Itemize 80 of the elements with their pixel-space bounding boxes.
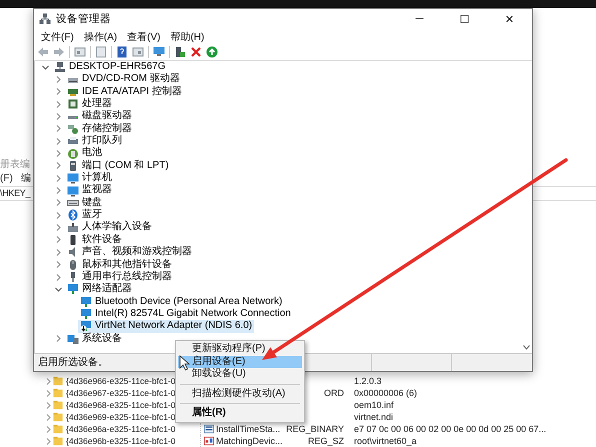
tree-item[interactable]: 键盘 bbox=[65, 196, 104, 210]
mouse-cursor-icon bbox=[180, 355, 190, 371]
minimize-button[interactable]: ─ bbox=[397, 9, 442, 29]
monitor-icon[interactable] bbox=[153, 46, 165, 58]
value-type: REG_SZ bbox=[308, 436, 344, 446]
value-data: root\virtnet60_a bbox=[354, 436, 417, 446]
value-type: REG_BINARY bbox=[286, 424, 344, 434]
menu-item[interactable]: 帮助(H) bbox=[165, 30, 210, 44]
maximize-button[interactable]: ☐ bbox=[442, 9, 487, 29]
status-text: 启用所选设备。 bbox=[38, 357, 108, 368]
tree-item[interactable]: 通用串行总线控制器 bbox=[65, 270, 174, 284]
tree-item[interactable]: Bluetooth Device (Personal Area Network) bbox=[78, 296, 284, 308]
tree-item[interactable]: 蓝牙 bbox=[65, 209, 104, 222]
menu-item[interactable]: (F) bbox=[0, 172, 13, 186]
computer-icon bbox=[54, 61, 66, 74]
tree-item[interactable]: DVD/CD-ROM 驱动器 bbox=[65, 73, 182, 86]
menu-item[interactable]: 文件(F) bbox=[36, 30, 79, 44]
tree-item[interactable]: 人体学输入设备 bbox=[65, 221, 154, 234]
value-data: e7 07 0c 00 06 00 02 00 0e 00 0d 00 25 00 67... bbox=[354, 424, 546, 434]
monitor-icon bbox=[67, 172, 79, 184]
folder-icon bbox=[53, 400, 63, 410]
tree-item[interactable]: 声音、视频和游戏控制器 bbox=[65, 246, 194, 258]
tree-item[interactable]: IDE ATA/ATAPI 控制器 bbox=[65, 86, 184, 98]
delete-icon[interactable] bbox=[190, 46, 202, 58]
folder-icon bbox=[53, 388, 63, 398]
page-icon[interactable] bbox=[95, 46, 107, 58]
window-title: 设备管理器 bbox=[56, 12, 112, 26]
chip-icon bbox=[67, 98, 79, 110]
window-title: 册表编 bbox=[0, 159, 30, 170]
tree-item[interactable]: 端口 (COM 和 LPT) bbox=[65, 160, 171, 172]
port-icon bbox=[67, 160, 79, 172]
mouse-icon bbox=[67, 258, 79, 271]
value-data: 0x00000006 (6) bbox=[354, 388, 418, 398]
help-icon[interactable] bbox=[116, 46, 128, 58]
tree-item[interactable]: 处理器 bbox=[65, 98, 114, 110]
menu-item[interactable]: 卸载设备(U) bbox=[178, 368, 302, 380]
value-type: ORD bbox=[324, 388, 344, 398]
monitor-icon bbox=[67, 184, 79, 197]
value-data: oem10.inf bbox=[354, 400, 394, 410]
value-name: InstallTimeSta... bbox=[216, 424, 280, 434]
tree-item[interactable]: 电池 bbox=[65, 147, 104, 160]
value-data: virtnet.ndi bbox=[354, 412, 394, 422]
tree-item[interactable]: 打印队列 bbox=[65, 135, 124, 148]
enable-icon[interactable] bbox=[206, 46, 218, 58]
folder-icon bbox=[53, 412, 63, 422]
value-data: 1.2.0.3 bbox=[354, 376, 382, 386]
panel-icon[interactable] bbox=[74, 46, 86, 58]
menu-item[interactable]: 操作(A) bbox=[78, 30, 122, 44]
battery-icon bbox=[67, 148, 79, 160]
tree-item[interactable]: 存储控制器 bbox=[65, 122, 134, 136]
folder-icon bbox=[53, 376, 63, 386]
binary-value-icon bbox=[204, 424, 214, 434]
bluetooth-icon bbox=[67, 209, 79, 222]
menu-item[interactable]: 启用设备(E) bbox=[178, 356, 302, 368]
tree-item[interactable]: Intel(R) 82574L Gigabit Network Connection bbox=[78, 308, 293, 320]
registry-key[interactable]: {4d36e96b-e325-11ce-bfc1-0 bbox=[66, 436, 194, 446]
close-button[interactable]: ✕ bbox=[487, 9, 532, 29]
panel-icon[interactable] bbox=[132, 46, 144, 58]
tree-item[interactable]: 计算机 bbox=[65, 172, 114, 184]
device-manager-icon bbox=[39, 13, 51, 25]
folder-icon bbox=[53, 436, 63, 446]
tree-item[interactable]: DESKTOP-EHR567G bbox=[52, 61, 168, 74]
network-icon bbox=[67, 283, 79, 296]
device-icon bbox=[67, 222, 79, 234]
tree-item[interactable]: 磁盘驱动器 bbox=[65, 110, 134, 123]
tree-item[interactable]: 系统设备 bbox=[65, 332, 124, 345]
address-field[interactable]: \HKEY_ bbox=[0, 188, 30, 198]
folder-icon bbox=[53, 424, 63, 434]
tree-item[interactable]: 网络适配器 bbox=[65, 283, 134, 296]
registry-key[interactable]: {4d36e96a-e325-11ce-bfc1-0 bbox=[66, 424, 194, 434]
menu-item[interactable]: 更新驱动程序(P) bbox=[178, 343, 302, 356]
menu-item[interactable]: 扫描检测硬件改动(A) bbox=[178, 388, 302, 400]
menu-item[interactable]: 属性(R) bbox=[178, 407, 302, 420]
menu-item[interactable]: 查看(V) bbox=[122, 30, 166, 44]
tree-item[interactable]: 软件设备 bbox=[65, 234, 124, 246]
tree-item[interactable]: 鼠标和其他指针设备 bbox=[65, 258, 174, 271]
value-name: MatchingDevic... bbox=[216, 436, 283, 446]
scroll-down-icon[interactable] bbox=[523, 345, 530, 350]
tree-item[interactable]: 监视器 bbox=[65, 184, 114, 197]
menu-item[interactable]: 编 bbox=[20, 172, 31, 186]
